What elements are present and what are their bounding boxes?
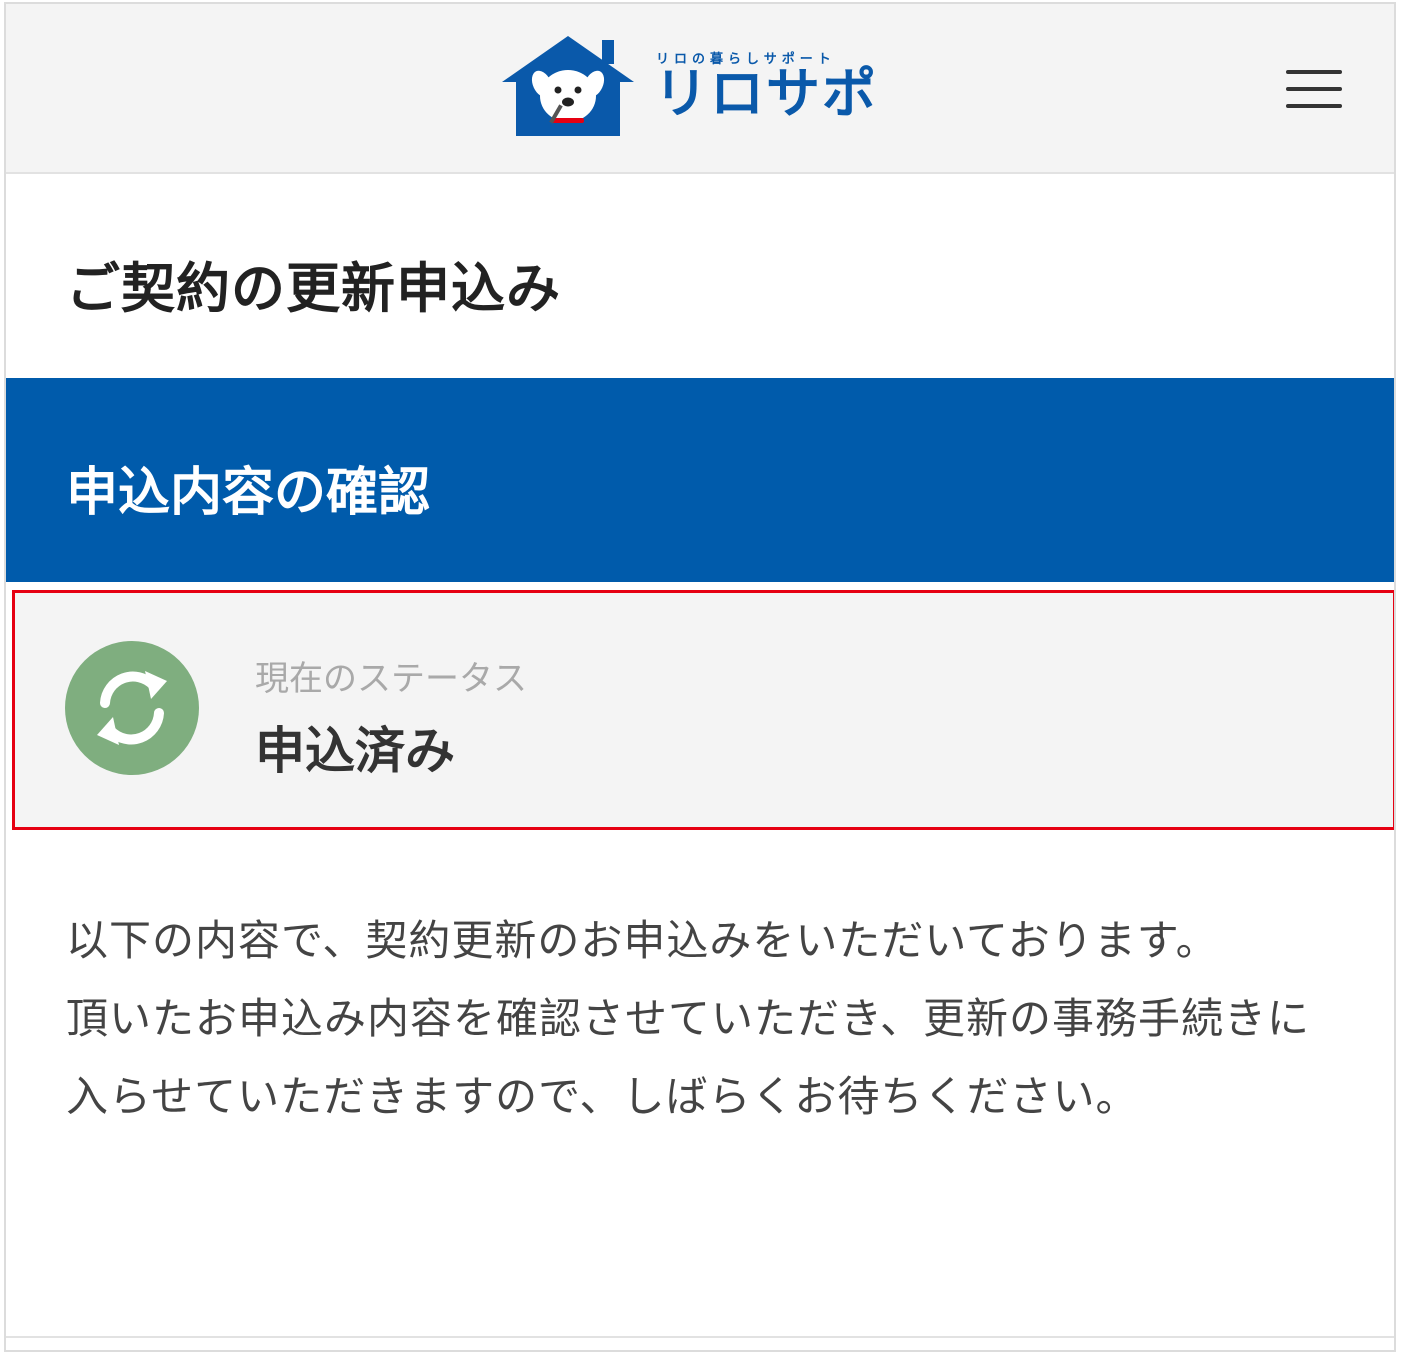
status-panel: 現在のステータス 申込済み: [12, 590, 1394, 830]
house-dog-logo-icon: [502, 36, 634, 136]
logo-text: リロサポ: [654, 62, 878, 125]
site-header: リロの暮らしサポート リロサポ: [6, 4, 1394, 174]
app-frame: リロの暮らしサポート リロサポ ご契約の更新申込み 申込内容の確認 現在のステー…: [4, 2, 1396, 1352]
menu-line: [1286, 70, 1342, 74]
menu-line: [1286, 104, 1342, 108]
message-text: 以下の内容で、契約更新のお申込みをいただいております。 頂いたお申込み内容を確認…: [66, 902, 1336, 1136]
site-logo[interactable]: リロの暮らしサポート リロサポ: [498, 34, 878, 138]
section-header-bar: 申込内容の確認: [6, 378, 1394, 582]
message-paragraph: 頂いたお申込み内容を確認させていただき、更新の事務手続きに入らせていただきますの…: [66, 994, 1311, 1121]
section-title: 申込内容の確認: [66, 463, 431, 523]
refresh-icon: [65, 641, 199, 775]
hamburger-menu-icon[interactable]: [1286, 68, 1344, 112]
menu-line: [1286, 87, 1342, 91]
divider: [6, 1336, 1394, 1338]
page-title: ご契約の更新申込み: [66, 257, 561, 320]
status-value: 申込済み: [255, 722, 455, 780]
status-label: 現在のステータス: [255, 659, 527, 699]
message-paragraph: 以下の内容で、契約更新のお申込みをいただいております。: [66, 916, 1219, 965]
